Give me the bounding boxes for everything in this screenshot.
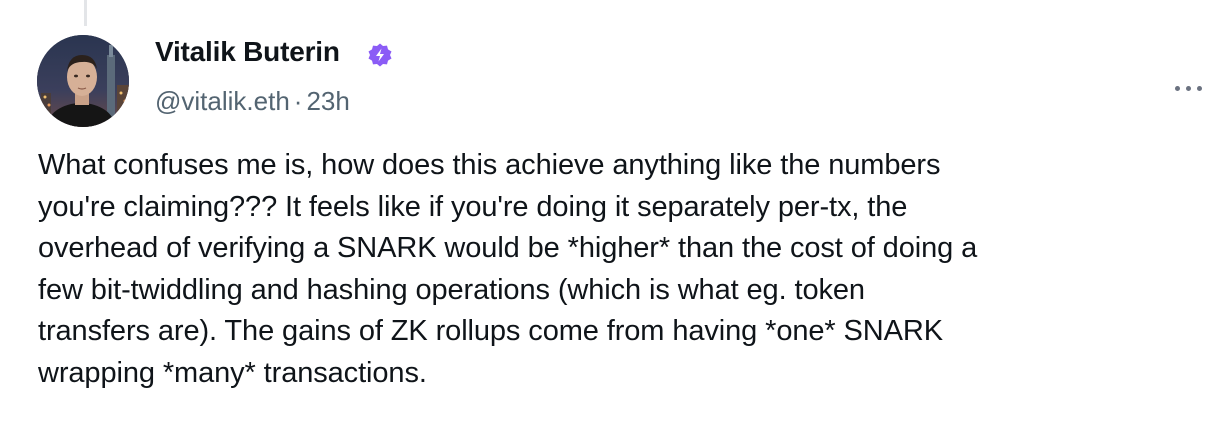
post-text-line: overhead of verifying a SNARK would be *… [38, 232, 978, 265]
avatar-image [37, 35, 129, 127]
meta-separator: · [293, 86, 303, 116]
avatar[interactable] [37, 35, 129, 127]
thread-connector-line [84, 0, 87, 26]
post-timestamp[interactable]: 23h [306, 86, 349, 116]
author-handle[interactable]: @vitalik.eth [155, 86, 290, 116]
verified-badge-icon [368, 43, 392, 67]
post-meta: @vitalik.eth · 23h [155, 86, 350, 117]
post-body-text: What confuses me is, how does this achie… [38, 145, 1210, 395]
more-options-button[interactable] [1168, 76, 1208, 100]
more-dot [1185, 85, 1191, 91]
post-text-line: What confuses me is, how does this achie… [38, 149, 941, 181]
more-horizontal-icon [1174, 85, 1180, 91]
more-dot [1196, 85, 1202, 91]
post-text-line: few bit-twiddling and hashing operations… [38, 273, 865, 306]
post-text-line: you're claiming??? It feels like if you'… [38, 190, 908, 223]
post-text-line: wrapping *many* transactions. [38, 356, 427, 389]
author-display-name[interactable]: Vitalik Buterin [155, 36, 340, 68]
post: Vitalik Buterin @vitalik.eth · 23h What co… [0, 0, 1214, 424]
post-text-line: transfers are). The gains of ZK rollups … [38, 315, 943, 348]
